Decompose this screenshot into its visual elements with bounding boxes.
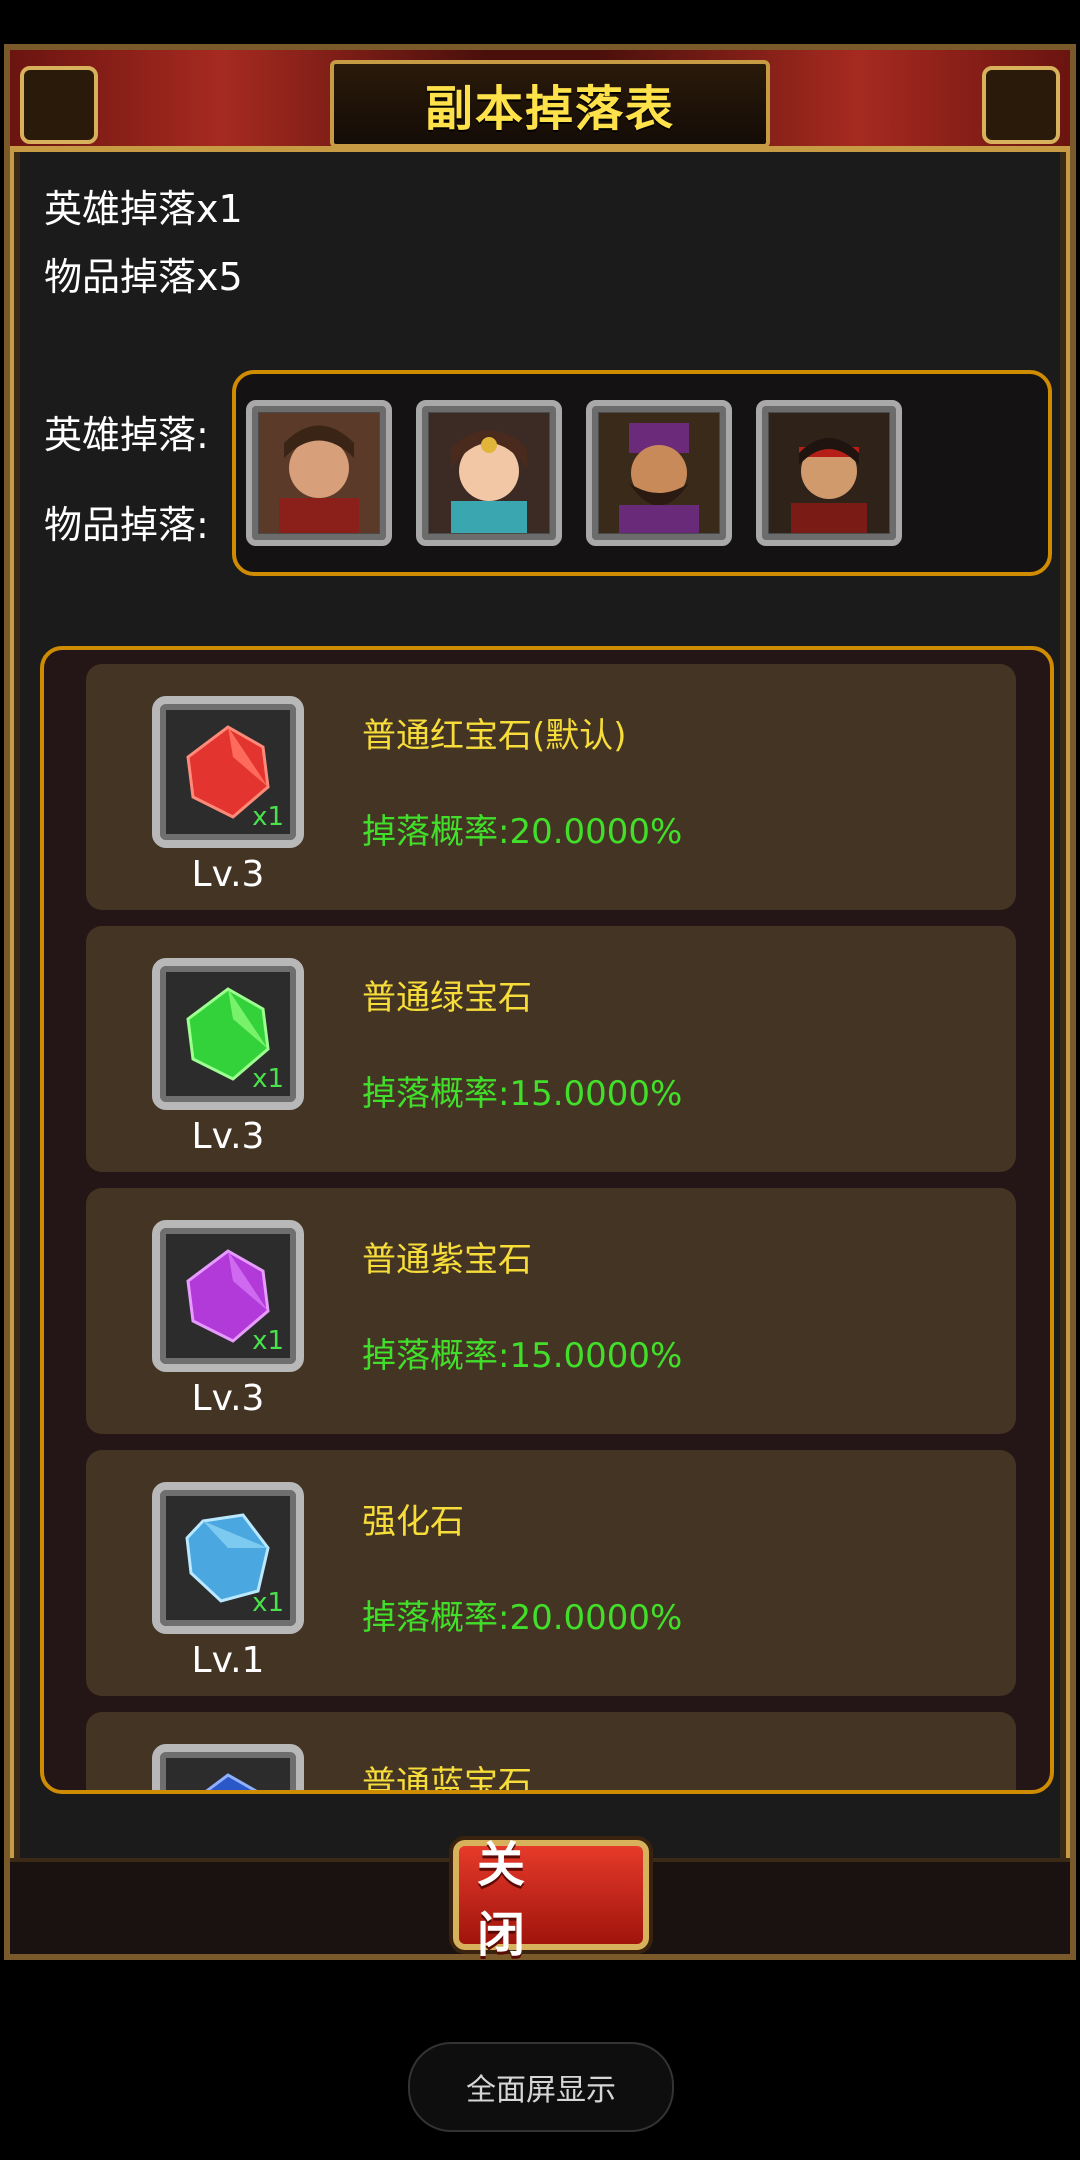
close-button[interactable]: 关 闭 [453, 1837, 649, 1963]
hero-drop-count: 英雄掉落x1 [44, 187, 243, 231]
item-name: 普通紫宝石 [362, 1240, 532, 1280]
item-drop-count: 物品掉落x5 [44, 255, 243, 299]
hero-portrait-icon [259, 413, 379, 533]
header-right-ornament-icon [982, 66, 1060, 144]
fullscreen-display-label: 全面屏显示 [466, 2073, 616, 2108]
item-drop-rate: 掉落概率:15.0000% [362, 1074, 683, 1114]
blue-gem-icon [205, 1773, 258, 1790]
dialog-header: 副本掉落表 [10, 50, 1070, 152]
item-name: 普通红宝石(默认) [362, 716, 627, 756]
hero-portrait[interactable] [586, 400, 732, 546]
item-drop-rate: 掉落概率:20.0000% [362, 812, 683, 852]
dialog-title: 副本掉落表 [424, 81, 675, 137]
item-name: 普通蓝宝石 [362, 1764, 532, 1794]
list-item[interactable]: x1 Lv.1 强化石 掉落概率:20.0000% [86, 1450, 1016, 1696]
item-level: Lv.1 [191, 1640, 265, 1681]
item-drop-label: 物品掉落: [44, 503, 209, 547]
hero-portrait[interactable] [246, 400, 392, 546]
drop-table-dialog: 副本掉落表 英雄掉落x1 物品掉落x5 英雄掉落: 物品掉落: x1 Lv.3 … [4, 44, 1076, 1963]
item-icon-frame [152, 1744, 304, 1790]
item-drop-rate: 掉落概率:15.0000% [362, 1336, 683, 1376]
hero-portrait-icon [429, 413, 549, 533]
item-quantity: x1 [252, 802, 284, 832]
item-name: 普通绿宝石 [362, 978, 532, 1018]
close-button-label: 关 闭 [477, 1837, 544, 1963]
hero-portrait-icon [769, 413, 889, 533]
item-level: Lv.3 [191, 1378, 265, 1419]
list-item[interactable]: x1 Lv.3 普通绿宝石 掉落概率:15.0000% [86, 926, 1016, 1172]
item-quantity: x1 [252, 1064, 284, 1094]
item-quantity: x1 [252, 1588, 284, 1618]
item-level: Lv.3 [191, 1116, 265, 1157]
hero-portrait[interactable] [416, 400, 562, 546]
list-item[interactable]: x1 Lv.3 普通红宝石(默认) 掉落概率:20.0000% [86, 664, 1016, 910]
hero-drop-label: 英雄掉落: [44, 413, 209, 457]
item-icon-frame: x1 [152, 1482, 304, 1634]
hero-portrait-icon [599, 413, 719, 533]
list-item[interactable]: 普通蓝宝石 [86, 1712, 1016, 1794]
header-left-ornament-icon [20, 66, 98, 144]
item-level: Lv.3 [191, 854, 265, 895]
item-quantity: x1 [252, 1326, 284, 1356]
item-icon-frame: x1 [152, 696, 304, 848]
item-drop-rate: 掉落概率:20.0000% [362, 1598, 683, 1638]
item-icon-frame: x1 [152, 1220, 304, 1372]
item-icon-frame: x1 [152, 958, 304, 1110]
item-name: 强化石 [362, 1502, 464, 1542]
fullscreen-display-button[interactable]: 全面屏显示 [408, 2042, 674, 2132]
item-drop-list[interactable]: x1 Lv.3 普通红宝石(默认) 掉落概率:20.0000% x1 Lv.3 … [40, 646, 1054, 1794]
title-plate: 副本掉落表 [330, 60, 770, 148]
hero-drop-list [232, 370, 1052, 576]
hero-portrait[interactable] [756, 400, 902, 546]
list-item[interactable]: x1 Lv.3 普通紫宝石 掉落概率:15.0000% [86, 1188, 1016, 1434]
